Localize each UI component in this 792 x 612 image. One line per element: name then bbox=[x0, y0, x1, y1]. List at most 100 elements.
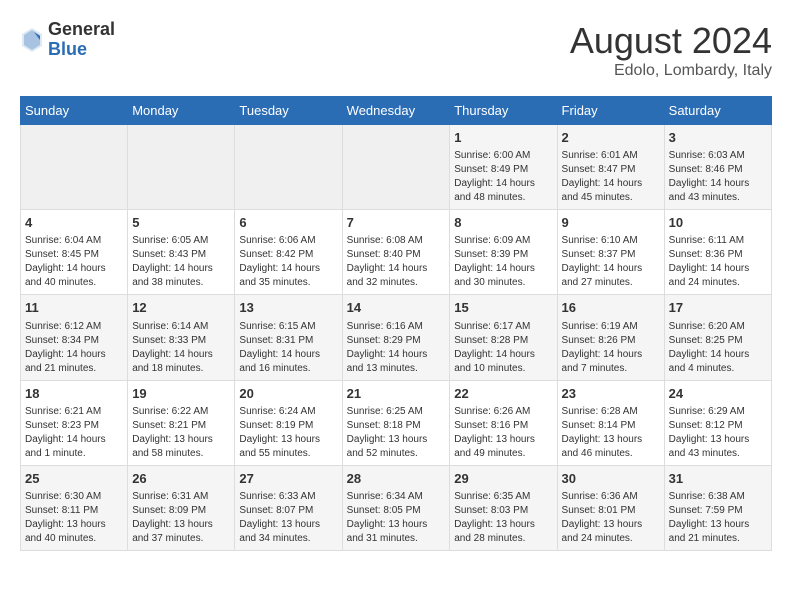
col-header-saturday: Saturday bbox=[664, 97, 771, 125]
day-content: Sunrise: 6:05 AM Sunset: 8:43 PM Dayligh… bbox=[132, 234, 230, 290]
day-content: Sunrise: 6:33 AM Sunset: 8:07 PM Dayligh… bbox=[239, 490, 337, 546]
col-header-tuesday: Tuesday bbox=[235, 97, 342, 125]
calendar-cell: 23 Sunrise: 6:28 AM Sunset: 8:14 PM Dayli… bbox=[557, 380, 664, 465]
col-header-sunday: Sunday bbox=[21, 97, 128, 125]
calendar-week-row: 25Sunrise: 6:30 AM Sunset: 8:11 PM Dayli… bbox=[21, 465, 772, 550]
day-content: Sunrise: 6:26 AM Sunset: 8:16 PM Dayligh… bbox=[454, 405, 552, 461]
day-number: 22 bbox=[454, 385, 552, 403]
day-content: Sunrise: 6:04 AM Sunset: 8:45 PM Dayligh… bbox=[25, 234, 123, 290]
day-content: Sunrise: 6:03 AM Sunset: 8:46 PM Dayligh… bbox=[669, 149, 767, 205]
day-number: 8 bbox=[454, 214, 552, 232]
day-content: Sunrise: 6:19 AM Sunset: 8:26 PM Dayligh… bbox=[562, 320, 660, 376]
calendar-cell: 21 Sunrise: 6:25 AM Sunset: 8:18 PM Dayli… bbox=[342, 380, 450, 465]
day-number: 14 bbox=[347, 299, 446, 317]
day-content: Sunrise: 6:10 AM Sunset: 8:37 PM Dayligh… bbox=[562, 234, 660, 290]
calendar-cell: 20 Sunrise: 6:24 AM Sunset: 8:19 PM Dayli… bbox=[235, 380, 342, 465]
day-number: 29 bbox=[454, 470, 552, 488]
day-number: 2 bbox=[562, 129, 660, 147]
day-number: 1 bbox=[454, 129, 552, 147]
day-content: Sunrise: 6:30 AM Sunset: 8:11 PM Dayligh… bbox=[25, 490, 123, 546]
day-content: Sunrise: 6:15 AM Sunset: 8:31 PM Dayligh… bbox=[239, 320, 337, 376]
day-number: 10 bbox=[669, 214, 767, 232]
col-header-thursday: Thursday bbox=[450, 97, 557, 125]
day-number: 4 bbox=[25, 214, 123, 232]
calendar-cell bbox=[342, 125, 450, 210]
calendar-week-row: 18 Sunrise: 6:21 AM Sunset: 8:23 PM Dayli… bbox=[21, 380, 772, 465]
col-header-wednesday: Wednesday bbox=[342, 97, 450, 125]
calendar-cell bbox=[128, 125, 235, 210]
day-content: Sunrise: 6:28 AM Sunset: 8:14 PM Dayligh… bbox=[562, 405, 660, 461]
day-content: Sunrise: 6:00 AM Sunset: 8:49 PM Dayligh… bbox=[454, 149, 552, 205]
day-content: Sunrise: 6:14 AM Sunset: 8:33 PM Dayligh… bbox=[132, 320, 230, 376]
day-number: 28 bbox=[347, 470, 446, 488]
day-content: Sunrise: 6:36 AM Sunset: 8:01 PM Dayligh… bbox=[562, 490, 660, 546]
calendar-cell: 28 Sunrise: 6:34 AM Sunset: 8:05 PM Dayli… bbox=[342, 465, 450, 550]
day-content: Sunrise: 6:34 AM Sunset: 8:05 PM Dayligh… bbox=[347, 490, 446, 546]
calendar-week-row: 11 Sunrise: 6:12 AM Sunset: 8:34 PM Dayli… bbox=[21, 295, 772, 380]
day-content: Sunrise: 6:21 AM Sunset: 8:23 PM Dayligh… bbox=[25, 405, 123, 461]
calendar-cell: 31Sunrise: 6:38 AM Sunset: 7:59 PM Dayli… bbox=[664, 465, 771, 550]
day-number: 7 bbox=[347, 214, 446, 232]
calendar-cell: 10Sunrise: 6:11 AM Sunset: 8:36 PM Dayli… bbox=[664, 210, 771, 295]
day-content: Sunrise: 6:17 AM Sunset: 8:28 PM Dayligh… bbox=[454, 320, 552, 376]
logo-icon bbox=[20, 26, 44, 54]
day-number: 23 bbox=[562, 385, 660, 403]
calendar-cell: 14 Sunrise: 6:16 AM Sunset: 8:29 PM Dayli… bbox=[342, 295, 450, 380]
col-header-monday: Monday bbox=[128, 97, 235, 125]
calendar-cell bbox=[21, 125, 128, 210]
main-title: August 2024 bbox=[570, 20, 772, 62]
day-content: Sunrise: 6:24 AM Sunset: 8:19 PM Dayligh… bbox=[239, 405, 337, 461]
day-number: 27 bbox=[239, 470, 337, 488]
calendar-cell: 7 Sunrise: 6:08 AM Sunset: 8:40 PM Daylig… bbox=[342, 210, 450, 295]
day-content: Sunrise: 6:20 AM Sunset: 8:25 PM Dayligh… bbox=[669, 320, 767, 376]
day-content: Sunrise: 6:35 AM Sunset: 8:03 PM Dayligh… bbox=[454, 490, 552, 546]
calendar-cell: 25Sunrise: 6:30 AM Sunset: 8:11 PM Dayli… bbox=[21, 465, 128, 550]
day-content: Sunrise: 6:25 AM Sunset: 8:18 PM Dayligh… bbox=[347, 405, 446, 461]
calendar-cell: 18 Sunrise: 6:21 AM Sunset: 8:23 PM Dayli… bbox=[21, 380, 128, 465]
calendar-cell: 1 Sunrise: 6:00 AM Sunset: 8:49 PM Daylig… bbox=[450, 125, 557, 210]
day-content: Sunrise: 6:09 AM Sunset: 8:39 PM Dayligh… bbox=[454, 234, 552, 290]
day-number: 15 bbox=[454, 299, 552, 317]
calendar-cell: 26 Sunrise: 6:31 AM Sunset: 8:09 PM Dayli… bbox=[128, 465, 235, 550]
calendar-cell: 11 Sunrise: 6:12 AM Sunset: 8:34 PM Dayli… bbox=[21, 295, 128, 380]
day-content: Sunrise: 6:31 AM Sunset: 8:09 PM Dayligh… bbox=[132, 490, 230, 546]
calendar-cell: 22 Sunrise: 6:26 AM Sunset: 8:16 PM Dayli… bbox=[450, 380, 557, 465]
day-number: 5 bbox=[132, 214, 230, 232]
day-number: 21 bbox=[347, 385, 446, 403]
calendar-cell: 19Sunrise: 6:22 AM Sunset: 8:21 PM Dayli… bbox=[128, 380, 235, 465]
title-block: August 2024 Edolo, Lombardy, Italy bbox=[570, 20, 772, 80]
calendar-cell bbox=[235, 125, 342, 210]
day-content: Sunrise: 6:12 AM Sunset: 8:34 PM Dayligh… bbox=[25, 320, 123, 376]
day-content: Sunrise: 6:01 AM Sunset: 8:47 PM Dayligh… bbox=[562, 149, 660, 205]
calendar-header-row: SundayMondayTuesdayWednesdayThursdayFrid… bbox=[21, 97, 772, 125]
day-number: 9 bbox=[562, 214, 660, 232]
day-number: 20 bbox=[239, 385, 337, 403]
day-number: 12 bbox=[132, 299, 230, 317]
calendar-cell: 29 Sunrise: 6:35 AM Sunset: 8:03 PM Dayli… bbox=[450, 465, 557, 550]
day-content: Sunrise: 6:16 AM Sunset: 8:29 PM Dayligh… bbox=[347, 320, 446, 376]
calendar-cell: 5 Sunrise: 6:05 AM Sunset: 8:43 PM Daylig… bbox=[128, 210, 235, 295]
calendar-cell: 8 Sunrise: 6:09 AM Sunset: 8:39 PM Daylig… bbox=[450, 210, 557, 295]
day-number: 16 bbox=[562, 299, 660, 317]
calendar-cell: 3Sunrise: 6:03 AM Sunset: 8:46 PM Daylig… bbox=[664, 125, 771, 210]
day-number: 18 bbox=[25, 385, 123, 403]
calendar-cell: 16 Sunrise: 6:19 AM Sunset: 8:26 PM Dayli… bbox=[557, 295, 664, 380]
calendar-cell: 15 Sunrise: 6:17 AM Sunset: 8:28 PM Dayli… bbox=[450, 295, 557, 380]
calendar-cell: 2 Sunrise: 6:01 AM Sunset: 8:47 PM Daylig… bbox=[557, 125, 664, 210]
logo-text: General Blue bbox=[48, 20, 115, 60]
day-number: 26 bbox=[132, 470, 230, 488]
day-number: 6 bbox=[239, 214, 337, 232]
day-content: Sunrise: 6:22 AM Sunset: 8:21 PM Dayligh… bbox=[132, 405, 230, 461]
day-content: Sunrise: 6:08 AM Sunset: 8:40 PM Dayligh… bbox=[347, 234, 446, 290]
calendar-cell: 6 Sunrise: 6:06 AM Sunset: 8:42 PM Daylig… bbox=[235, 210, 342, 295]
calendar-cell: 9 Sunrise: 6:10 AM Sunset: 8:37 PM Daylig… bbox=[557, 210, 664, 295]
day-number: 31 bbox=[669, 470, 767, 488]
day-number: 11 bbox=[25, 299, 123, 317]
calendar-cell: 12 Sunrise: 6:14 AM Sunset: 8:33 PM Dayli… bbox=[128, 295, 235, 380]
calendar-cell: 24Sunrise: 6:29 AM Sunset: 8:12 PM Dayli… bbox=[664, 380, 771, 465]
day-number: 17 bbox=[669, 299, 767, 317]
calendar-cell: 4 Sunrise: 6:04 AM Sunset: 8:45 PM Daylig… bbox=[21, 210, 128, 295]
day-content: Sunrise: 6:06 AM Sunset: 8:42 PM Dayligh… bbox=[239, 234, 337, 290]
sub-title: Edolo, Lombardy, Italy bbox=[570, 62, 772, 80]
page-header: General Blue August 2024 Edolo, Lombardy… bbox=[20, 20, 772, 80]
